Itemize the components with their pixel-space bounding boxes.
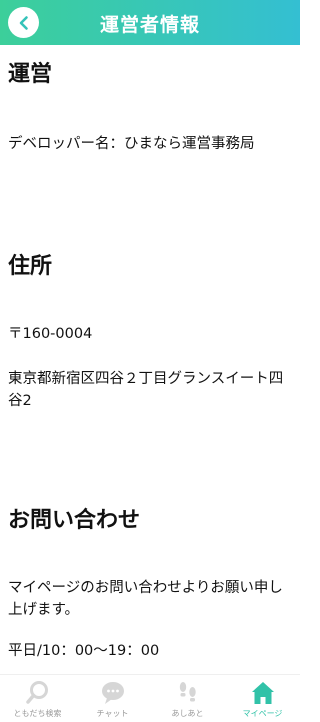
business-hours-text: 平日/10：00〜19：00	[8, 643, 160, 659]
search-icon	[25, 681, 48, 704]
postal-code-text: 〒160-0004	[8, 326, 93, 342]
tab-label: ともだち検索	[13, 709, 62, 718]
developer-name-text: デベロッパー名：ひまなら運営事務局	[8, 136, 255, 152]
tab-label: マイページ	[242, 709, 283, 718]
header-bar: 運営者情報	[0, 0, 300, 45]
contact-method-text: マイページのお問い合わせよりお願い申し上げます。	[8, 580, 283, 618]
tab-label: あしあと	[171, 709, 204, 718]
tab-chat[interactable]: チャット	[75, 675, 150, 722]
tab-mypage[interactable]: マイページ	[225, 675, 300, 722]
tab-footprints[interactable]: あしあと	[150, 675, 225, 722]
section-title-operator: 運営	[8, 62, 53, 87]
chat-bubble-icon	[101, 682, 124, 704]
section-title-contact: お問い合わせ	[8, 508, 141, 533]
section-title-address: 住所	[8, 254, 53, 279]
page-title: 運営者情報	[99, 14, 200, 36]
footprints-icon	[179, 682, 196, 702]
tab-friend-search[interactable]: ともだち検索	[0, 675, 75, 722]
tab-label: チャット	[96, 709, 129, 718]
bottom-tab-bar: ともだち検索 チャット あしあと マイページ	[0, 674, 300, 722]
address-text: 東京都新宿区四谷２丁目グランスイート四谷2	[8, 371, 284, 409]
home-icon	[251, 682, 274, 704]
